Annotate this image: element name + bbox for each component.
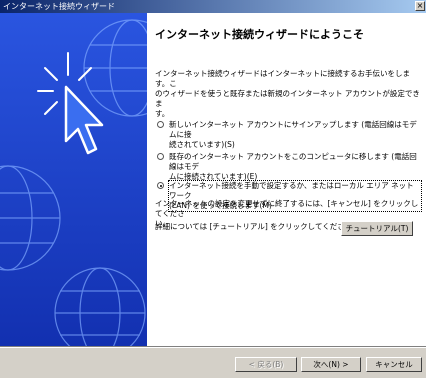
- option-transfer-radio[interactable]: [157, 153, 164, 160]
- option-manual-radio[interactable]: [157, 182, 164, 189]
- option-signup-radio[interactable]: [157, 121, 164, 128]
- page-title: インターネット接続ウィザードにようこそ: [155, 28, 364, 41]
- tutorial-button[interactable]: チュートリアル(T): [341, 221, 413, 236]
- intro-text: インターネット接続ウィザードはインターネットに接続するお手伝いをします。こ のウ…: [155, 69, 420, 118]
- option-signup-label[interactable]: 新しいインターネット アカウントにサインアップします (電話回線はモデムに接 続…: [169, 120, 421, 150]
- wizard-body: インターネット接続ウィザードにようこそ インターネット接続ウィザードはインターネ…: [0, 13, 426, 346]
- wizard-content: インターネット接続ウィザードにようこそ インターネット接続ウィザードはインターネ…: [155, 13, 422, 346]
- close-button[interactable]: ×: [415, 1, 425, 11]
- wizard-side-art: [0, 13, 147, 346]
- cancel-button[interactable]: キャンセル: [366, 357, 422, 372]
- window-title: インターネット接続ウィザード: [3, 2, 115, 11]
- option-transfer-label[interactable]: 既存のインターネット アカウントをこのコンピュータに移します (電話回線はモデ …: [169, 152, 421, 182]
- tutorial-note: 詳細については [チュートリアル] をクリックしてください。: [155, 222, 360, 231]
- wizard-window: インターネット接続ウィザード × インターネット接続ウィザードにようこそ インタ…: [0, 0, 426, 378]
- close-icon: ×: [416, 1, 424, 10]
- button-bar: < 戻る(B) 次へ(N) > キャンセル: [0, 348, 426, 378]
- globe-cursor-illustration: [0, 13, 147, 346]
- next-button[interactable]: 次へ(N) >: [301, 357, 361, 372]
- title-bar[interactable]: インターネット接続ウィザード ×: [0, 0, 426, 13]
- back-button[interactable]: < 戻る(B): [235, 357, 297, 372]
